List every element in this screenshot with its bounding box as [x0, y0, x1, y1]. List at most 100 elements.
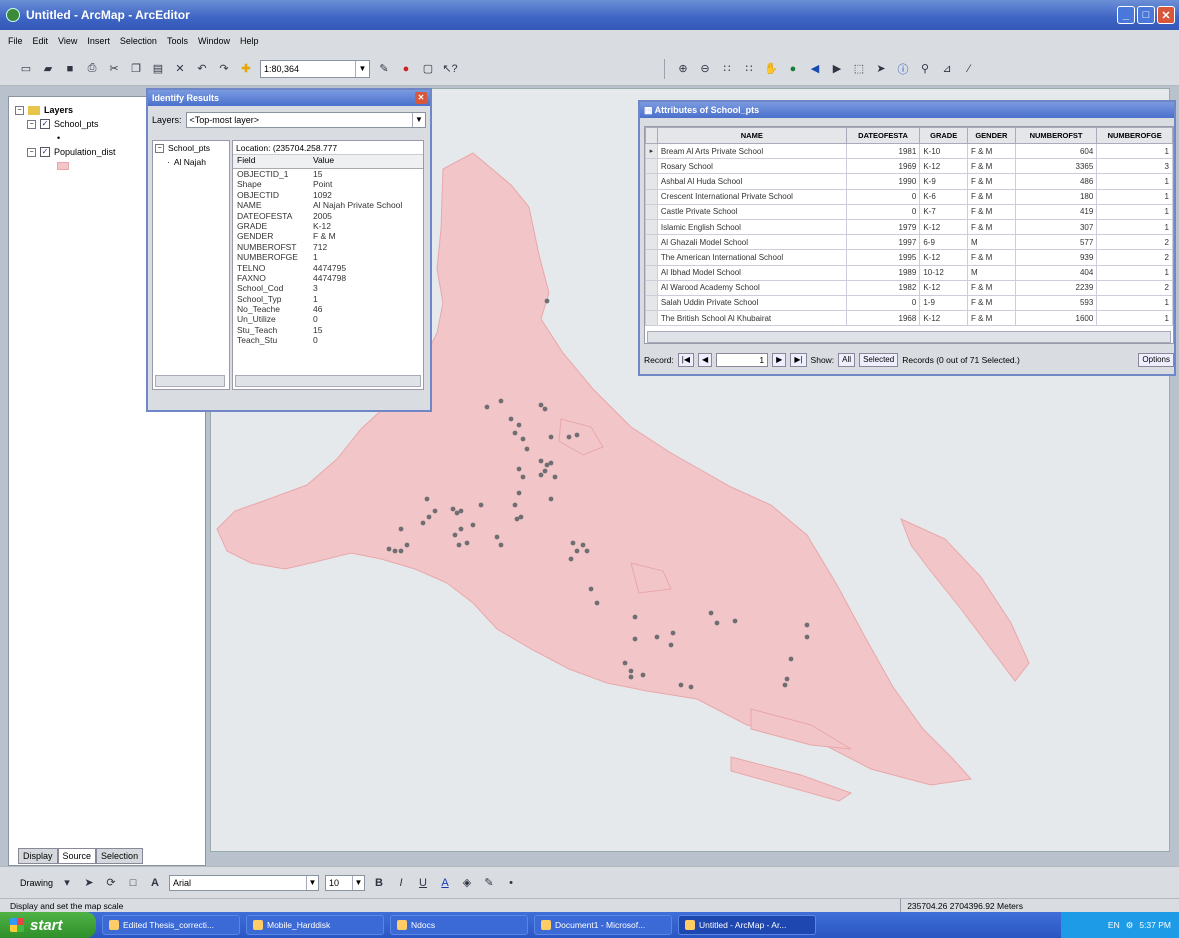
column-header[interactable]: DATEOFESTA: [845, 127, 921, 144]
school-point[interactable]: [708, 610, 714, 616]
school-point[interactable]: [538, 472, 544, 478]
table-cell[interactable]: 1: [1096, 310, 1173, 327]
show-selected-button[interactable]: Selected: [859, 353, 899, 367]
chevron-down-icon[interactable]: ▼: [352, 875, 364, 890]
underline-icon[interactable]: U: [415, 875, 431, 891]
table-cell[interactable]: 593: [1014, 294, 1098, 312]
attribute-table[interactable]: NAME DATEOFESTA GRADE GENDER NUMBEROFST …: [644, 126, 1174, 344]
font-size-select[interactable]: 10 ▼: [325, 874, 366, 891]
school-point[interactable]: [580, 542, 586, 548]
identify-row[interactable]: School_Cod 3: [233, 283, 423, 293]
table-cell[interactable]: 2: [1096, 249, 1173, 266]
table-cell[interactable]: 1997: [845, 234, 921, 251]
school-point[interactable]: [516, 422, 522, 428]
school-point[interactable]: [784, 676, 790, 682]
school-point[interactable]: [452, 532, 458, 538]
marker-color-icon[interactable]: •: [503, 875, 519, 891]
school-point[interactable]: [512, 502, 518, 508]
school-point[interactable]: [420, 520, 426, 526]
table-cell[interactable]: 1: [1096, 264, 1173, 281]
row-selector[interactable]: [645, 264, 658, 281]
identify-row[interactable]: FAXNO 4474798: [233, 273, 423, 283]
menu-tools[interactable]: Tools: [167, 36, 188, 46]
school-point[interactable]: [632, 614, 638, 620]
table-cell[interactable]: Bream Al Arts Private School: [656, 142, 847, 160]
whats-this-icon[interactable]: ↖?: [442, 61, 458, 77]
table-cell[interactable]: F & M: [967, 310, 1016, 327]
table-cell[interactable]: 604: [1014, 142, 1098, 160]
measure-icon[interactable]: ⊿: [939, 61, 955, 77]
identify-results-window[interactable]: Identify Results ✕ Layers: <Top-most lay…: [146, 88, 432, 412]
table-row[interactable]: Al Warood Academy School 1982 K-12 F & M 223…: [645, 279, 1173, 296]
pan-hand-icon[interactable]: ✋: [763, 61, 779, 77]
taskbar-item[interactable]: Edited Thesis_correcti...: [102, 915, 240, 935]
zoom-out-icon[interactable]: ⊖: [697, 61, 713, 77]
table-cell[interactable]: 1600: [1014, 310, 1098, 327]
table-row[interactable]: Al Ghazali Model School 1997 6-9 M 577 2: [645, 234, 1173, 251]
rectangle-icon[interactable]: □: [125, 875, 141, 891]
table-cell[interactable]: 2: [1096, 234, 1173, 251]
row-selector[interactable]: [645, 310, 658, 327]
school-point[interactable]: [432, 508, 438, 514]
menu-window[interactable]: Window: [198, 36, 230, 46]
table-cell[interactable]: F & M: [967, 173, 1016, 190]
language-indicator[interactable]: EN: [1108, 920, 1120, 930]
table-cell[interactable]: 0: [845, 203, 921, 220]
table-cell[interactable]: F & M: [967, 218, 1016, 236]
chevron-down-icon[interactable]: ▼: [412, 113, 425, 127]
school-point[interactable]: [574, 432, 580, 438]
identify-row[interactable]: Shape Point: [233, 179, 423, 189]
italic-icon[interactable]: I: [393, 875, 409, 891]
show-all-button[interactable]: All: [838, 353, 856, 367]
table-cell[interactable]: K-12: [919, 310, 968, 327]
table-cell[interactable]: Salah Uddin Private School: [656, 294, 847, 312]
select-elements-icon[interactable]: ➤: [81, 875, 97, 891]
full-extent-globe-icon[interactable]: ●: [785, 61, 801, 77]
column-header[interactable]: GRADE: [919, 127, 968, 144]
school-point[interactable]: [632, 636, 638, 642]
forward-arrow-icon[interactable]: ▶: [829, 61, 845, 77]
row-selector[interactable]: [645, 234, 658, 251]
taskbar-item-active[interactable]: Untitled - ArcMap - Ar...: [678, 915, 816, 935]
school-point[interactable]: [732, 618, 738, 624]
table-cell[interactable]: Al Ibhad Model School: [656, 264, 847, 281]
row-selector[interactable]: [645, 218, 658, 236]
identify-row[interactable]: Stu_Teach 15: [233, 325, 423, 335]
copy-icon[interactable]: ❐: [128, 61, 144, 77]
school-point[interactable]: [470, 522, 476, 528]
find-binoculars-icon[interactable]: ⚲: [917, 61, 933, 77]
school-point[interactable]: [484, 404, 490, 410]
row-selector-header[interactable]: [645, 127, 658, 144]
print-icon[interactable]: ⎙: [84, 61, 100, 77]
school-point[interactable]: [458, 526, 464, 532]
table-cell[interactable]: 486: [1014, 173, 1098, 190]
select-features-icon[interactable]: ⬚: [851, 61, 867, 77]
chevron-down-icon[interactable]: ▼: [355, 60, 369, 77]
close-icon[interactable]: ✕: [415, 92, 427, 104]
fixed-zoom-in-icon[interactable]: ∷: [719, 61, 735, 77]
identify-titlebar[interactable]: Identify Results ✕: [148, 90, 430, 106]
school-point[interactable]: [628, 674, 634, 680]
identify-row[interactable]: DATEOFESTA 2005: [233, 211, 423, 221]
menu-file[interactable]: File: [8, 36, 23, 46]
school-point[interactable]: [782, 682, 788, 688]
font-select[interactable]: Arial ▼: [169, 874, 320, 891]
school-point[interactable]: [568, 556, 574, 562]
table-cell[interactable]: F & M: [967, 142, 1016, 160]
table-cell[interactable]: 2: [1096, 279, 1173, 296]
table-cell[interactable]: Castle Private School: [656, 203, 847, 220]
table-cell[interactable]: 1981: [845, 142, 921, 160]
table-cell[interactable]: F & M: [967, 188, 1016, 205]
rotate-icon[interactable]: ⟳: [103, 875, 119, 891]
table-cell[interactable]: K-7: [919, 203, 968, 220]
table-cell[interactable]: Al Ghazali Model School: [656, 234, 847, 251]
identify-row[interactable]: OBJECTID 1092: [233, 190, 423, 200]
table-cell[interactable]: F & M: [967, 158, 1016, 175]
identify-row[interactable]: Teach_Stu 0: [233, 335, 423, 345]
table-cell[interactable]: 1-9: [919, 294, 968, 312]
collapse-icon[interactable]: −: [155, 143, 164, 153]
identify-row[interactable]: OBJECTID_1 15: [233, 169, 423, 179]
tab-display[interactable]: Display: [18, 848, 58, 864]
table-cell[interactable]: K-12: [919, 218, 968, 236]
school-point[interactable]: [520, 474, 526, 480]
